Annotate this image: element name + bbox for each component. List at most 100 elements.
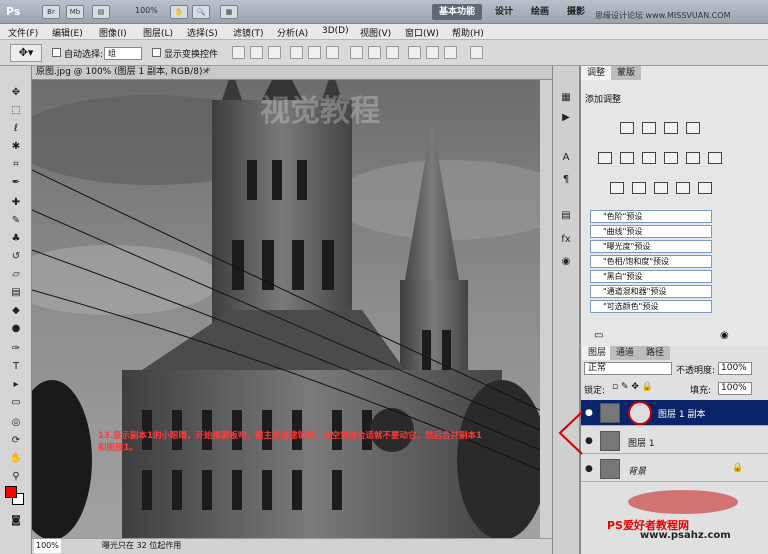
paragraph-panel-icon[interactable]: ¶ (558, 174, 574, 188)
preset-curves[interactable]: "曲线"预设 (590, 225, 712, 238)
brightness-icon[interactable] (620, 122, 634, 134)
color-panel-icon[interactable]: ◉ (558, 256, 574, 270)
tab-paths[interactable]: 路径 (640, 346, 671, 360)
zoom-tool-icon[interactable]: ⚲ (9, 470, 23, 484)
distribute-vcenter-icon[interactable] (368, 46, 381, 59)
tab-masks[interactable]: 蒙版 (611, 66, 642, 80)
distribute-bottom-icon[interactable] (386, 46, 399, 59)
clone-stamp-tool-icon[interactable]: ♣ (9, 232, 23, 246)
workspace-design-button[interactable]: 设计 (488, 4, 520, 20)
quick-mask-icon[interactable]: ◙ (9, 514, 23, 528)
align-left-icon[interactable] (290, 46, 303, 59)
dodge-tool-icon[interactable]: ● (9, 322, 23, 336)
layer-name-background[interactable]: 背景 (628, 464, 646, 477)
clip-layer-icon[interactable]: ▭ (594, 330, 603, 341)
close-icon[interactable]: × (202, 66, 210, 79)
channel-mixer-icon[interactable] (708, 152, 722, 164)
marquee-tool-icon[interactable]: ⬚ (9, 104, 23, 118)
view-extras-icon[interactable]: ▤ (92, 5, 110, 19)
auto-select-checkbox[interactable] (52, 48, 61, 57)
gradient-tool-icon[interactable]: ▤ (9, 286, 23, 300)
history-brush-tool-icon[interactable]: ↺ (9, 250, 23, 264)
black-white-icon[interactable] (664, 152, 678, 164)
curves-icon[interactable] (664, 122, 678, 134)
foreground-color-swatch[interactable] (5, 486, 17, 498)
pen-tool-icon[interactable]: ✑ (9, 342, 23, 356)
menu-edit[interactable]: 编辑(E) (52, 26, 83, 39)
styles-panel-icon[interactable]: fx (558, 234, 574, 248)
preset-channel-mixer[interactable]: "通道混和器"预设 (590, 285, 712, 298)
photo-filter-icon[interactable] (686, 152, 700, 164)
image-canvas[interactable] (32, 80, 540, 538)
bridge-icon[interactable]: Br (42, 5, 60, 19)
quick-select-tool-icon[interactable]: ✱ (9, 140, 23, 154)
document-tab[interactable]: 原图.jpg @ 100% (图层 1 副本, RGB/8) * × (32, 66, 552, 80)
zoom-level-select[interactable]: 100% (135, 6, 158, 15)
blend-mode-select[interactable]: 正常 (584, 362, 672, 375)
opacity-input[interactable]: 100% (718, 362, 752, 375)
workspace-photo-button[interactable]: 摄影 (560, 4, 592, 20)
align-vcenter-icon[interactable] (250, 46, 263, 59)
eraser-tool-icon[interactable]: ▱ (9, 268, 23, 282)
zoom-tool-icon[interactable]: 🔍 (192, 5, 210, 19)
levels-icon[interactable] (642, 122, 656, 134)
auto-select-dropdown[interactable]: 组 (104, 47, 142, 60)
character-panel-icon[interactable]: A (558, 152, 574, 166)
menu-analysis[interactable]: 分析(A) (277, 26, 308, 39)
tab-channels[interactable]: 通道 (610, 346, 641, 360)
layer-name-copy[interactable]: 图层 1 副本 (658, 407, 705, 420)
preset-hue-saturation[interactable]: "色相/饱和度"预设 (590, 255, 712, 268)
color-balance-icon[interactable] (642, 152, 656, 164)
preset-levels[interactable]: "色阶"预设 (590, 210, 712, 223)
distribute-right-icon[interactable] (444, 46, 457, 59)
menu-help[interactable]: 帮助(H) (452, 26, 484, 39)
healing-brush-tool-icon[interactable]: ✚ (9, 196, 23, 210)
eye-icon[interactable]: ● (585, 436, 597, 446)
menu-file[interactable]: 文件(F) (8, 26, 38, 39)
preset-exposure[interactable]: "曝光度"预设 (590, 240, 712, 253)
shape-tool-icon[interactable]: ▭ (9, 396, 23, 410)
menu-window[interactable]: 窗口(W) (405, 26, 439, 39)
mask-thumbnail[interactable] (628, 401, 652, 425)
menu-select[interactable]: 选择(S) (187, 26, 218, 39)
menu-image[interactable]: 图像(I) (99, 26, 127, 39)
align-top-icon[interactable] (232, 46, 245, 59)
vertical-scrollbar[interactable] (540, 80, 552, 538)
posterize-icon[interactable] (632, 182, 646, 194)
menu-3d[interactable]: 3D(D) (322, 26, 349, 36)
move-tool-preset-icon[interactable]: ✥▾ (10, 44, 42, 62)
brush-tool-icon[interactable]: ✎ (9, 214, 23, 228)
lasso-tool-icon[interactable]: ℓ (9, 122, 23, 136)
move-tool-icon[interactable]: ✥ (9, 86, 23, 100)
actions-panel-icon[interactable]: ▶ (558, 112, 574, 126)
tab-adjustments[interactable]: 调整 (581, 66, 612, 80)
menu-filter[interactable]: 滤镜(T) (233, 26, 264, 39)
arrange-documents-icon[interactable]: ▦ (220, 5, 238, 19)
workspace-paint-button[interactable]: 绘画 (524, 4, 556, 20)
menu-layer[interactable]: 图层(L) (143, 26, 173, 39)
auto-align-icon[interactable] (470, 46, 483, 59)
align-hcenter-icon[interactable] (308, 46, 321, 59)
lock-icons[interactable]: ▫ ✎ ✥ 🔒 (612, 382, 653, 392)
distribute-hcenter-icon[interactable] (426, 46, 439, 59)
align-bottom-icon[interactable] (268, 46, 281, 59)
distribute-left-icon[interactable] (408, 46, 421, 59)
tab-layers[interactable]: 图层 (582, 346, 613, 360)
layer-name-1[interactable]: 图层 1 (628, 436, 655, 449)
eye-icon[interactable]: ● (585, 408, 597, 418)
vibrance-icon[interactable] (598, 152, 612, 164)
invert-icon[interactable] (610, 182, 624, 194)
blur-tool-icon[interactable]: ◆ (9, 304, 23, 318)
minibridge-icon[interactable]: Mb (66, 5, 84, 19)
show-transform-checkbox[interactable] (152, 48, 161, 57)
selective-color-icon[interactable] (698, 182, 712, 194)
3d-orbit-tool-icon[interactable]: ⟳ (9, 434, 23, 448)
distribute-top-icon[interactable] (350, 46, 363, 59)
eye-icon[interactable]: ● (585, 464, 597, 474)
hue-saturation-icon[interactable] (620, 152, 634, 164)
workspace-basic-button[interactable]: 基本功能 (432, 4, 483, 20)
preset-selective-color[interactable]: "可选颜色"预设 (590, 300, 712, 313)
eyedropper-tool-icon[interactable]: ✒ (9, 176, 23, 190)
align-right-icon[interactable] (326, 46, 339, 59)
swatches-panel-icon[interactable]: ▤ (558, 210, 574, 224)
